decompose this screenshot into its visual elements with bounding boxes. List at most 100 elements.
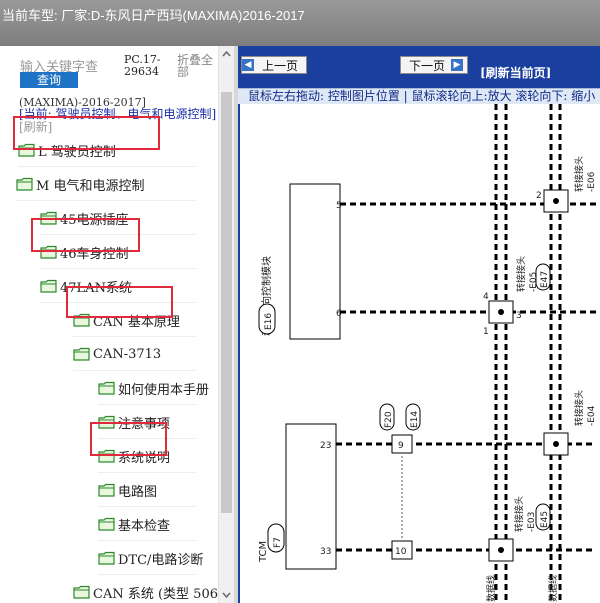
tcm-label: TCM <box>258 541 269 563</box>
vehicle-title: 当前车型: 厂家:D-东风日产西玛(MAXIMA)2016-2017 <box>2 8 305 23</box>
tree-item-label: 电路图 <box>118 484 158 500</box>
steering-module-box <box>289 183 341 340</box>
tree-item-label: 46车身控制 <box>60 246 129 262</box>
tree-item[interactable]: 如何使用本手册 <box>98 376 209 405</box>
folder-icon <box>98 517 115 531</box>
folder-icon <box>98 551 115 565</box>
tree-item[interactable]: 系统说明 <box>98 444 196 473</box>
folder-icon <box>40 279 57 293</box>
junction-dot-low <box>498 547 504 553</box>
tree-item-label: 注意事项 <box>118 416 171 432</box>
tree-item[interactable]: 注意事项 <box>98 410 196 439</box>
chevron-up-icon <box>222 50 231 57</box>
tree-item-label: M 电气和电源控制 <box>36 178 145 194</box>
tree-row-divider <box>98 540 196 541</box>
tree-row-divider <box>73 370 196 371</box>
folder-icon <box>98 415 115 429</box>
tree-row-divider <box>40 234 196 235</box>
tree-row-divider <box>98 404 196 405</box>
query-button[interactable]: 查询 <box>20 72 78 88</box>
folder-icon <box>98 449 115 463</box>
prev-page-button[interactable]: ◀ 上一页 <box>241 56 307 74</box>
collapse-all-button[interactable]: 折叠全部 <box>177 54 221 78</box>
scroll-up-arrow[interactable] <box>219 46 234 62</box>
tree-item-label: CAN 基本原理 <box>93 314 180 330</box>
inline-pin-10: 10 <box>395 547 407 557</box>
tcm-pin-23: 23 <box>320 441 331 451</box>
module-top-code: E16 <box>264 313 274 330</box>
right-panel: ◀ 上一页 下一页 ▶ [刷新当前页] 鼠标左右拖动: 控制图片位置 | 鼠标滚… <box>238 46 600 603</box>
refresh-current-page-link[interactable]: [刷新当前页] <box>480 64 551 81</box>
left-panel: 查询 PC.17-29634 折叠全部 (MAXIMA)-2016-2017] … <box>0 46 236 603</box>
tree-item[interactable]: L 驾驶员控制 <box>18 138 196 167</box>
tree-item-label: L 驾驶员控制 <box>38 144 116 160</box>
connector-top-right-code: -E06 <box>587 171 597 192</box>
tree-row-divider <box>98 574 196 575</box>
connector-mid-box: E47 <box>540 271 550 288</box>
tree-item[interactable]: 46车身控制 <box>40 240 196 269</box>
prev-page-label: 上一页 <box>262 58 299 73</box>
hint-bar: 鼠标左右拖动: 控制图片位置 | 鼠标滚轮向上:放大 滚轮向下: 缩小 <box>238 88 600 104</box>
wiring-diagram[interactable]: 5 6 动力转向控制模块 E16 2 转接接头 -E06 4 1 3 转接接头 … <box>240 104 600 603</box>
tree-item[interactable]: 47LAN系统 <box>40 274 196 303</box>
inline-code-2: E14 <box>410 411 420 428</box>
bottom-label-1: 数据线 <box>485 575 497 602</box>
tree-row-divider <box>98 472 196 473</box>
junction-pin-label: 2 <box>536 191 542 201</box>
tree-item[interactable]: CAN-3713 <box>73 342 196 371</box>
folder-icon <box>73 313 90 327</box>
tree-item[interactable]: M 电气和电源控制 <box>16 172 196 201</box>
scroll-thumb[interactable] <box>221 92 232 513</box>
tree-row-divider <box>98 438 196 439</box>
next-page-button[interactable]: 下一页 ▶ <box>400 56 468 74</box>
tree-item[interactable]: CAN 基本原理 <box>73 308 196 337</box>
tree-item[interactable]: 电路图 <box>98 478 196 507</box>
junction-dot-top <box>553 198 559 204</box>
tree-item[interactable]: DTC/电路诊断 <box>98 546 203 575</box>
refresh-link[interactable]: [刷新] <box>19 120 52 134</box>
tree-row-divider <box>18 166 196 167</box>
chevron-down-icon <box>222 592 231 599</box>
tcm-pin-33: 33 <box>320 547 331 557</box>
title-bar: 当前车型: 厂家:D-东风日产西玛(MAXIMA)2016-2017 <box>0 0 600 46</box>
folder-icon <box>98 381 115 395</box>
inline-pin-9: 9 <box>398 441 404 451</box>
folder-icon <box>40 245 57 259</box>
current-path-text: [当前: 驾驶员控制、电气和电源控制] <box>19 107 217 121</box>
left-scrollbar[interactable] <box>218 46 234 603</box>
scroll-down-arrow[interactable] <box>219 587 234 603</box>
tree-row-divider <box>16 200 196 201</box>
tree-row-divider <box>73 336 196 337</box>
folder-icon <box>16 177 33 191</box>
junction-dot-mid <box>498 309 504 315</box>
tree-row-divider <box>40 302 196 303</box>
junction-mid-pin-1: 1 <box>483 327 489 337</box>
tree-row-divider <box>40 268 196 269</box>
tree-item-label: 如何使用本手册 <box>118 382 210 398</box>
connector-right2-label: 转接接头 <box>573 390 585 426</box>
tree-item[interactable]: 45电源插座 <box>40 206 196 235</box>
connector-right2-code: -E04 <box>587 405 597 426</box>
folder-icon <box>73 347 90 361</box>
pc-code: PC.17-29634 <box>124 53 161 78</box>
junction-dot-right2 <box>553 441 559 447</box>
tree-item-label: 基本检查 <box>118 518 171 534</box>
tree-item-label: 47LAN系统 <box>60 280 132 296</box>
wiring-diagram-svg: 5 6 动力转向控制模块 E16 2 转接接头 -E06 4 1 3 转接接头 … <box>258 104 597 603</box>
tree-item-label: 系统说明 <box>118 450 171 466</box>
junction-mid-pin-3: 3 <box>516 311 522 321</box>
bottom-label-2: 数据线 <box>547 575 559 602</box>
connector-mid-label: 转接接头 <box>515 256 527 292</box>
junction-mid-pin-4: 4 <box>483 292 489 302</box>
tree-item-label: CAN-3713 <box>93 346 162 362</box>
folder-icon <box>40 211 57 225</box>
folder-icon <box>18 143 35 157</box>
connector-top-right-label: 转接接头 <box>573 156 585 192</box>
tree-item[interactable]: CAN 系统 (类型 506) <box>73 580 223 603</box>
arrow-right-icon: ▶ <box>451 59 464 71</box>
tree-row-divider <box>98 506 196 507</box>
tree-item[interactable]: 基本检查 <box>98 512 196 541</box>
inline-code-1: F20 <box>384 411 394 428</box>
tree-item-label: CAN 系统 (类型 506) <box>93 586 224 602</box>
connector-low-box: E45 <box>540 511 550 528</box>
